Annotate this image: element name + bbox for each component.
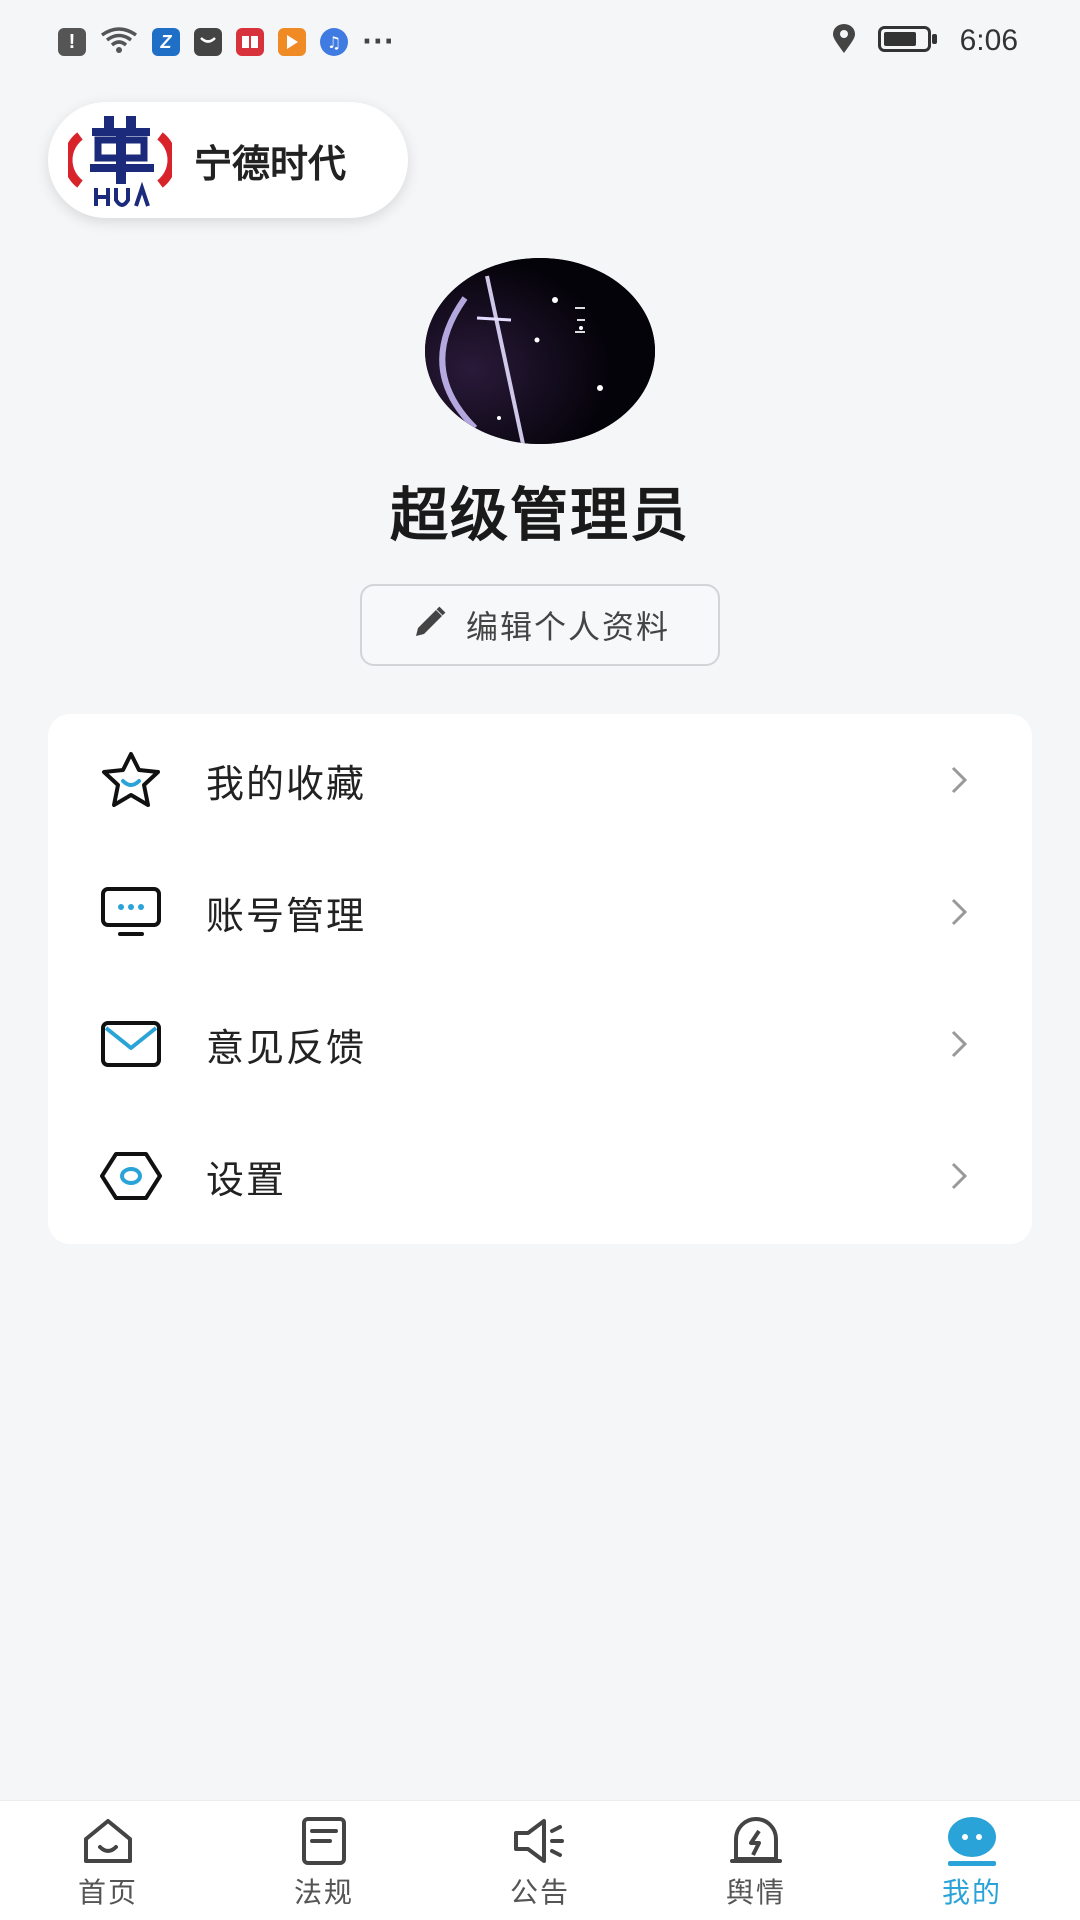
org-logo xyxy=(63,112,177,208)
status-time: 6:06 xyxy=(959,24,1018,57)
nav-item-mine[interactable]: 我的 xyxy=(864,1801,1080,1920)
status-right-icons: 6:06 xyxy=(832,24,1018,58)
book-icon xyxy=(236,28,264,56)
huawei-icon xyxy=(194,28,222,56)
nav-item-notices[interactable]: 公告 xyxy=(432,1801,648,1920)
nav-item-regulations[interactable]: 法规 xyxy=(216,1801,432,1920)
nav-label: 首页 xyxy=(77,1876,138,1909)
alert-icon: ! xyxy=(58,28,86,56)
alert-bell-icon xyxy=(726,1813,786,1869)
edit-profile-button[interactable]: 编辑个人资料 xyxy=(360,584,720,666)
document-icon xyxy=(294,1813,354,1869)
username: 超级管理员 xyxy=(389,481,690,549)
menu-item-feedback[interactable]: 意见反馈 xyxy=(48,978,1032,1110)
app-icon: Z xyxy=(152,28,180,56)
monitor-icon xyxy=(98,879,164,945)
location-icon xyxy=(832,24,856,58)
chevron-right-icon xyxy=(948,760,972,800)
nav-item-home[interactable]: 首页 xyxy=(0,1801,216,1920)
home-icon xyxy=(78,1813,138,1869)
menu-card: 我的收藏 账号管理 意见反馈 设置 xyxy=(48,714,1032,1244)
org-name: 宁德时代 xyxy=(194,141,347,186)
menu-item-account[interactable]: 账号管理 xyxy=(48,846,1032,978)
menu-item-settings[interactable]: 设置 xyxy=(48,1110,1032,1242)
chevron-right-icon xyxy=(948,1156,972,1196)
settings-hex-icon xyxy=(98,1143,164,1209)
nav-label: 我的 xyxy=(941,1876,1002,1909)
org-switcher[interactable]: 宁德时代 xyxy=(48,102,408,218)
chevron-right-icon xyxy=(948,1024,972,1064)
menu-item-label: 设置 xyxy=(206,1157,287,1202)
more-icon: ··· xyxy=(362,27,395,57)
nav-label: 法规 xyxy=(293,1876,354,1909)
chevron-right-icon xyxy=(948,892,972,932)
nav-item-public-opinion[interactable]: 舆情 xyxy=(648,1801,864,1920)
pencil-icon xyxy=(410,604,448,646)
star-icon xyxy=(98,747,164,813)
bottom-nav: 首页 法规 公告 舆情 我的 xyxy=(0,1800,1080,1920)
menu-item-label: 我的收藏 xyxy=(206,761,367,806)
status-bar: ! Z ♫ ··· 6:06 xyxy=(0,0,1080,88)
menu-item-label: 账号管理 xyxy=(206,893,367,938)
avatar[interactable] xyxy=(425,258,655,444)
status-left-icons: ! Z ♫ ··· xyxy=(58,26,395,58)
profile-icon xyxy=(942,1813,1002,1869)
menu-item-label: 意见反馈 xyxy=(206,1025,367,1070)
nav-label: 舆情 xyxy=(725,1876,786,1909)
wifi-icon xyxy=(100,26,138,58)
video-icon xyxy=(278,28,306,56)
music-icon: ♫ xyxy=(320,28,348,56)
nav-label: 公告 xyxy=(509,1876,570,1909)
battery-icon xyxy=(877,25,938,57)
mail-icon xyxy=(98,1011,164,1077)
menu-item-favorites[interactable]: 我的收藏 xyxy=(48,714,1032,846)
edit-profile-label: 编辑个人资料 xyxy=(465,608,670,646)
megaphone-icon xyxy=(510,1813,570,1869)
profile-screen: ! Z ♫ ··· 6:06 宁德时代 超级管理员 编辑个人资料 我的收藏 账号… xyxy=(0,0,1080,1920)
